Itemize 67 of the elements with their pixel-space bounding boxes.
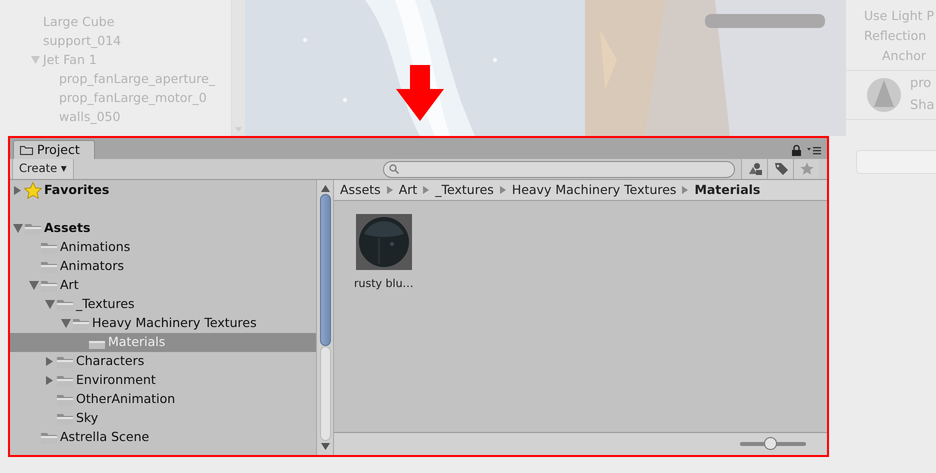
favorite-star-button[interactable] [793,159,819,179]
expanded-arrow-icon[interactable] [12,224,22,233]
label-tag-icon [774,162,788,176]
breadcrumb-link[interactable]: Materials [694,180,760,200]
arrow-annotation [396,65,444,121]
folder-icon [56,298,74,312]
menu-icon[interactable] [807,146,821,155]
favorite-star-icon [800,162,814,176]
asset-name: pro [910,75,932,93]
folder-icon [56,374,74,388]
filter-by-type-button[interactable] [741,159,767,179]
scroll-up-icon[interactable] [320,185,330,192]
search-field[interactable] [383,160,735,178]
breadcrumb-link[interactable]: Assets [340,180,381,200]
field-label: Anchor [882,48,926,63]
shader-sphere-icon [866,77,902,113]
asset-label: rusty blu… [354,276,414,292]
tree-item[interactable]: Sky [10,409,316,428]
material-sphere-thumbnail[interactable] [356,214,412,270]
tree-item[interactable]: _Textures [10,295,316,314]
create-dropdown[interactable]: Create ▾ [12,159,74,179]
tree-item[interactable]: Environment [10,371,316,390]
folder-icon [56,392,74,406]
project-tab[interactable]: Project [13,140,95,159]
shader-label: Sha [910,97,934,115]
expanded-arrow-icon[interactable] [60,319,70,328]
collapsed-arrow-icon[interactable] [44,376,54,385]
breadcrumb-link[interactable]: _Textures [435,180,494,200]
separator-arrow-icon [682,186,688,194]
expanded-arrow-icon[interactable] [44,300,54,309]
folder-icon [56,354,74,368]
slider-thumb[interactable] [764,437,777,450]
folder-icon [40,278,58,292]
expanded-arrow-icon[interactable] [28,281,38,290]
tree-item[interactable]: Astrella Scene [10,428,316,447]
folder-icon [72,316,90,330]
field-label: Reflection [864,28,926,43]
separator-arrow-icon [423,186,430,194]
folder-icon [56,412,74,426]
zoom-slider[interactable] [739,436,807,452]
star-icon [24,182,42,199]
folder-icon [40,260,58,274]
scroll-down-icon[interactable] [320,443,330,450]
folder-icon [24,222,42,236]
folder-icon [20,145,33,155]
collapsed-arrow-icon[interactable] [12,186,22,195]
tree-item[interactable]: OtherAnimation [10,390,316,409]
folder-icon [40,430,58,444]
tree-item[interactable]: Favorites [10,181,316,200]
tree-item[interactable]: Animations [10,238,316,257]
separator-arrow-icon [386,186,393,194]
search-icon [389,164,399,174]
breadcrumb-link[interactable]: Heavy Machinery Textures [512,180,676,200]
label-tag-button[interactable] [767,159,793,179]
separator-arrow-icon [500,186,506,194]
field-label: Use Light P [864,8,934,23]
tree-item[interactable]: Art [10,276,316,295]
scrollbar-thumb[interactable] [320,194,330,346]
tree-item[interactable]: Animators [10,257,316,276]
tree-item[interactable]: Characters [10,352,316,371]
filter-by-type-icon [748,162,762,176]
tree-item[interactable]: Assets [10,219,316,238]
tree-item[interactable]: Heavy Machinery Textures [10,314,316,333]
collapsed-arrow-icon[interactable] [44,357,54,366]
breadcrumb-link[interactable]: Art [398,180,418,200]
folder-icon [40,240,58,254]
lock-icon[interactable] [792,145,801,156]
